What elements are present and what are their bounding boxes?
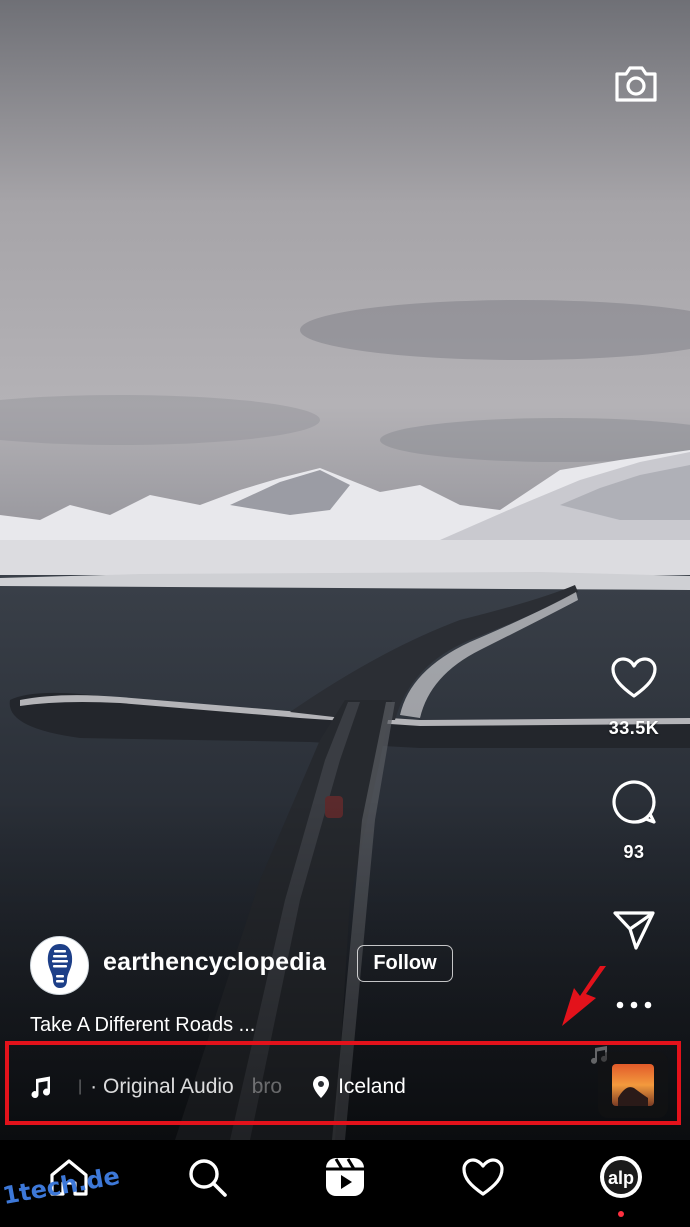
reels-icon: [326, 1158, 364, 1196]
camera-icon: [615, 66, 657, 102]
like-button[interactable]: [604, 650, 664, 706]
username[interactable]: earthencyclopedia: [103, 948, 326, 977]
comment-bubble-icon: [612, 780, 656, 824]
notification-dot: [618, 1211, 624, 1217]
profile-avatar: alp: [600, 1156, 642, 1198]
audio-scroll-fragment: bro: [251, 1075, 283, 1098]
location-tag[interactable]: Iceland: [312, 1075, 406, 1099]
nav-activity[interactable]: [453, 1152, 513, 1202]
more-options-button[interactable]: [604, 990, 664, 1020]
nav-search[interactable]: [177, 1152, 237, 1202]
reels-screen: 33.5K 93 earthencyclopedia Follow Take A…: [0, 0, 690, 1227]
likes-count[interactable]: 33.5K: [594, 718, 674, 739]
location-pin-icon: [313, 1076, 330, 1098]
share-button[interactable]: [604, 904, 664, 956]
audio-info-row[interactable]: | · Original Audio bro Iceland: [30, 1072, 590, 1102]
paper-plane-icon: [613, 911, 655, 950]
avatar[interactable]: [30, 936, 89, 995]
location-label: Iceland: [338, 1075, 406, 1098]
nav-reels[interactable]: [315, 1152, 375, 1202]
heart-icon: [462, 1158, 504, 1196]
comments-count[interactable]: 93: [594, 842, 674, 863]
follow-button[interactable]: Follow: [357, 945, 453, 982]
audio-cover-image: [612, 1064, 654, 1106]
heart-outline-icon: [611, 657, 657, 698]
annotation-arrow: [562, 966, 606, 1026]
audio-scroll-separator: |: [78, 1078, 83, 1095]
audio-thumbnail-button[interactable]: [598, 1052, 668, 1118]
music-note-icon: [31, 1076, 51, 1099]
ellipsis-icon: [616, 1001, 652, 1009]
comment-button[interactable]: [604, 774, 664, 830]
footprint-logo-icon: [47, 943, 72, 988]
nav-profile[interactable]: alp: [591, 1152, 651, 1202]
search-icon: [189, 1159, 227, 1197]
svg-text:alp: alp: [608, 1168, 634, 1188]
camera-button[interactable]: [606, 58, 666, 110]
audio-label: · Original Audio: [90, 1075, 234, 1098]
caption[interactable]: Take A Different Roads ...: [30, 1014, 255, 1037]
